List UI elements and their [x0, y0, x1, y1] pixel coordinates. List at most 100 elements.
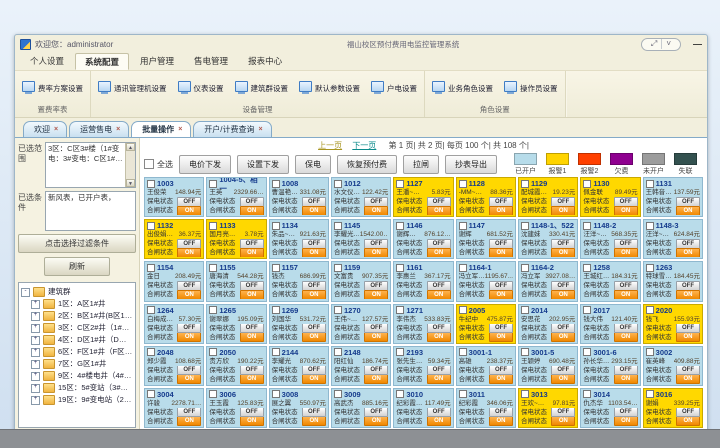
protect-off-button[interactable]: OFF [364, 366, 388, 375]
card-checkbox[interactable] [583, 264, 591, 272]
expander-closed-icon[interactable]: + [31, 312, 40, 321]
card-checkbox[interactable] [583, 348, 591, 356]
card-checkbox[interactable] [396, 180, 404, 188]
protect-off-button[interactable]: OFF [676, 239, 700, 248]
expander-closed-icon[interactable]: + [31, 300, 40, 309]
close-on-button[interactable]: ON [676, 206, 700, 215]
restore-icon[interactable]: ⤢ [647, 39, 661, 49]
close-on-button[interactable]: ON [489, 375, 513, 384]
protect-off-button[interactable]: OFF [364, 197, 388, 206]
doc-tab-0[interactable]: 欢迎× [23, 121, 67, 137]
close-on-button[interactable]: ON [489, 290, 513, 299]
refresh-button[interactable]: 刷新 [44, 257, 110, 276]
close-on-button[interactable]: ON [302, 206, 326, 215]
doc-tab-2[interactable]: 批量操作× [131, 121, 191, 137]
card-checkbox[interactable] [646, 390, 654, 398]
card-checkbox[interactable] [334, 264, 342, 272]
card-checkbox[interactable] [147, 348, 155, 356]
close-on-button[interactable]: ON [177, 248, 201, 257]
card-checkbox[interactable] [147, 180, 155, 188]
close-on-button[interactable]: ON [676, 333, 700, 342]
protect-off-button[interactable]: OFF [364, 281, 388, 290]
tree-item-0[interactable]: +1区：A区1#井 [21, 298, 133, 310]
card-checkbox[interactable] [209, 390, 217, 398]
scroll-down-icon[interactable]: ▼ [126, 179, 135, 187]
close-icon[interactable]: × [259, 126, 263, 133]
chevron-down-icon[interactable]: ˅ [661, 39, 675, 49]
card-checkbox[interactable] [147, 390, 155, 398]
close-on-button[interactable]: ON [614, 248, 638, 257]
protect-off-button[interactable]: OFF [427, 281, 451, 290]
menu-tab-4[interactable]: 报表中心 [239, 53, 291, 70]
close-on-button[interactable]: ON [177, 375, 201, 384]
close-on-button[interactable]: ON [364, 375, 388, 384]
close-on-button[interactable]: ON [302, 417, 326, 426]
close-on-button[interactable]: ON [614, 206, 638, 215]
tree-item-1[interactable]: +2区：B区1#井(B区1#… [21, 310, 133, 322]
close-on-button[interactable]: ON [302, 290, 326, 299]
protect-off-button[interactable]: OFF [614, 281, 638, 290]
protect-off-button[interactable]: OFF [177, 239, 201, 248]
protect-off-button[interactable]: OFF [489, 408, 513, 417]
expander-open-icon[interactable]: - [21, 288, 30, 297]
minimize-icon[interactable]: — [693, 40, 702, 48]
protect-off-button[interactable]: OFF [240, 366, 264, 375]
close-on-button[interactable]: ON [614, 333, 638, 342]
protect-off-button[interactable]: OFF [177, 324, 201, 333]
scroll-up-icon[interactable]: ▲ [126, 143, 135, 151]
protect-off-button[interactable]: OFF [364, 239, 388, 248]
expander-closed-icon[interactable]: + [31, 324, 40, 333]
protect-off-button[interactable]: OFF [240, 197, 264, 206]
close-on-button[interactable]: ON [551, 290, 575, 299]
close-on-button[interactable]: ON [676, 290, 700, 299]
card-checkbox[interactable] [209, 180, 217, 188]
card-checkbox[interactable] [459, 306, 467, 314]
card-checkbox[interactable] [334, 390, 342, 398]
card-checkbox[interactable] [646, 264, 654, 272]
expander-closed-icon[interactable]: + [31, 372, 40, 381]
card-checkbox[interactable] [396, 264, 404, 272]
card-checkbox[interactable] [272, 264, 280, 272]
close-on-button[interactable]: ON [240, 333, 264, 342]
menu-tab-0[interactable]: 个人设置 [21, 53, 73, 70]
select-all-checkbox[interactable] [144, 159, 154, 169]
ribbon-button[interactable]: 建筑群设置 [233, 79, 291, 97]
batch-button-0[interactable]: 电价下发 [179, 155, 231, 174]
close-on-button[interactable]: ON [177, 417, 201, 426]
close-on-button[interactable]: ON [177, 206, 201, 215]
card-checkbox[interactable] [521, 348, 529, 356]
close-on-button[interactable]: ON [364, 206, 388, 215]
select-all[interactable]: 全选 [144, 159, 173, 170]
card-checkbox[interactable] [459, 180, 467, 188]
close-on-button[interactable]: ON [302, 248, 326, 257]
close-on-button[interactable]: ON [364, 248, 388, 257]
doc-tab-1[interactable]: 运营售电× [69, 121, 129, 137]
close-on-button[interactable]: ON [551, 375, 575, 384]
protect-off-button[interactable]: OFF [676, 408, 700, 417]
card-checkbox[interactable] [646, 180, 654, 188]
close-icon[interactable]: × [54, 126, 58, 133]
protect-off-button[interactable]: OFF [551, 324, 575, 333]
card-checkbox[interactable] [459, 390, 467, 398]
card-checkbox[interactable] [209, 264, 217, 272]
card-checkbox[interactable] [396, 306, 404, 314]
close-on-button[interactable]: ON [427, 375, 451, 384]
card-checkbox[interactable] [147, 264, 155, 272]
prev-page-link[interactable]: 上一页 [318, 141, 342, 150]
protect-off-button[interactable]: OFF [489, 366, 513, 375]
card-checkbox[interactable] [147, 306, 155, 314]
card-checkbox[interactable] [646, 306, 654, 314]
protect-off-button[interactable]: OFF [427, 408, 451, 417]
protect-off-button[interactable]: OFF [427, 324, 451, 333]
ribbon-button[interactable]: 通讯管理机设置 [96, 79, 169, 97]
protect-off-button[interactable]: OFF [614, 408, 638, 417]
tree-root[interactable]: -建筑群 [21, 286, 133, 298]
card-checkbox[interactable] [459, 348, 467, 356]
close-on-button[interactable]: ON [240, 206, 264, 215]
doc-tab-3[interactable]: 开户/计费查询× [193, 121, 271, 137]
card-checkbox[interactable] [334, 222, 342, 230]
card-checkbox[interactable] [521, 264, 529, 272]
menu-tab-2[interactable]: 用户管理 [131, 53, 183, 70]
batch-button-3[interactable]: 恢复预付费 [337, 155, 397, 174]
close-on-button[interactable]: ON [177, 290, 201, 299]
